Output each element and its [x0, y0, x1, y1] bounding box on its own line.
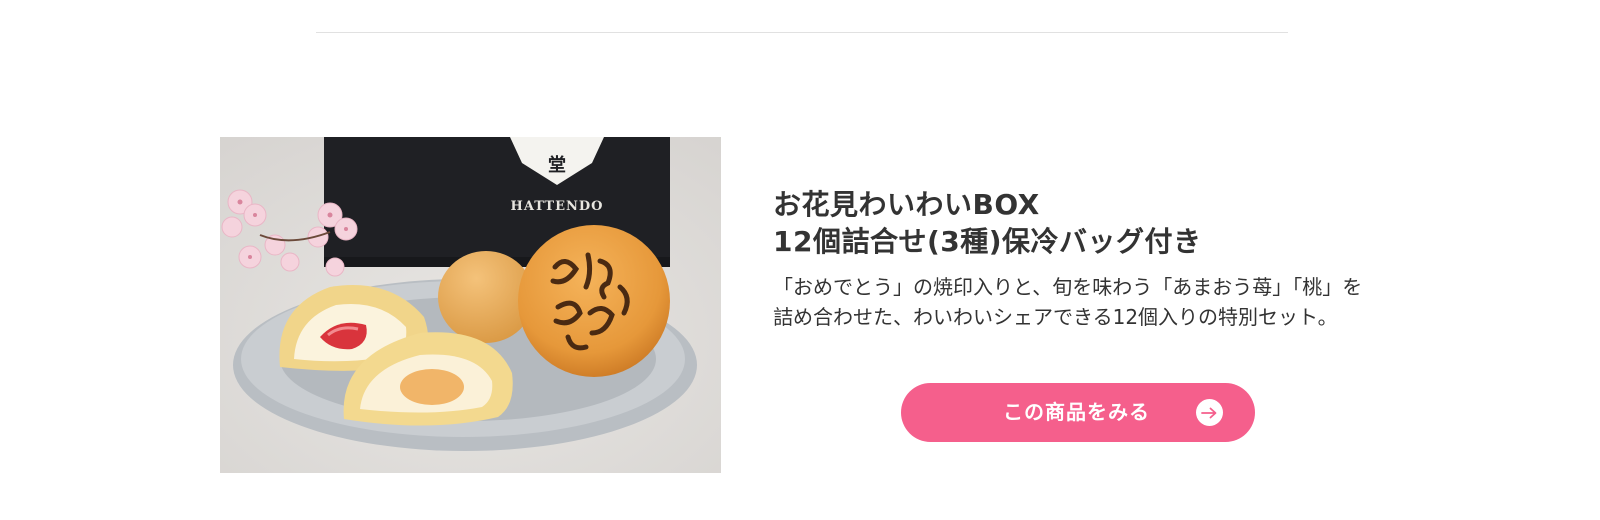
product-description-line-1: 「おめでとう」の焼印入りと、旬を味わう「あまおう苺」「桃」を [773, 275, 1363, 299]
product-description-line-2: 詰め合わせた、わいわいシェアできる12個入りの特別セット。 [773, 305, 1338, 329]
page: 堂 HATTENDO お花見わいわいBOX 12個詰合せ(3種)保冷バッグ付き … [0, 0, 1600, 520]
bag-brand-text: HATTENDO [511, 199, 604, 214]
view-product-button-label: この商品をみる [1003, 400, 1150, 424]
product-description: 「おめでとう」の焼印入りと、旬を味わう「あまおう苺」「桃」を 詰め合わせた、わい… [773, 272, 1413, 332]
product-title-line-1: お花見わいわいBOX [773, 188, 1040, 221]
view-product-button[interactable]: この商品をみる [901, 383, 1255, 442]
section-divider [316, 32, 1288, 33]
arrow-right-circle-icon [1196, 399, 1223, 426]
product-title: お花見わいわいBOX 12個詰合せ(3種)保冷バッグ付き [773, 186, 1413, 260]
product-image[interactable]: 堂 HATTENDO [220, 137, 721, 473]
svg-text:堂: 堂 [548, 154, 566, 176]
product-info: お花見わいわいBOX 12個詰合せ(3種)保冷バッグ付き 「おめでとう」の焼印入… [773, 186, 1413, 332]
product-title-line-2: 12個詰合せ(3種)保冷バッグ付き [773, 225, 1202, 258]
